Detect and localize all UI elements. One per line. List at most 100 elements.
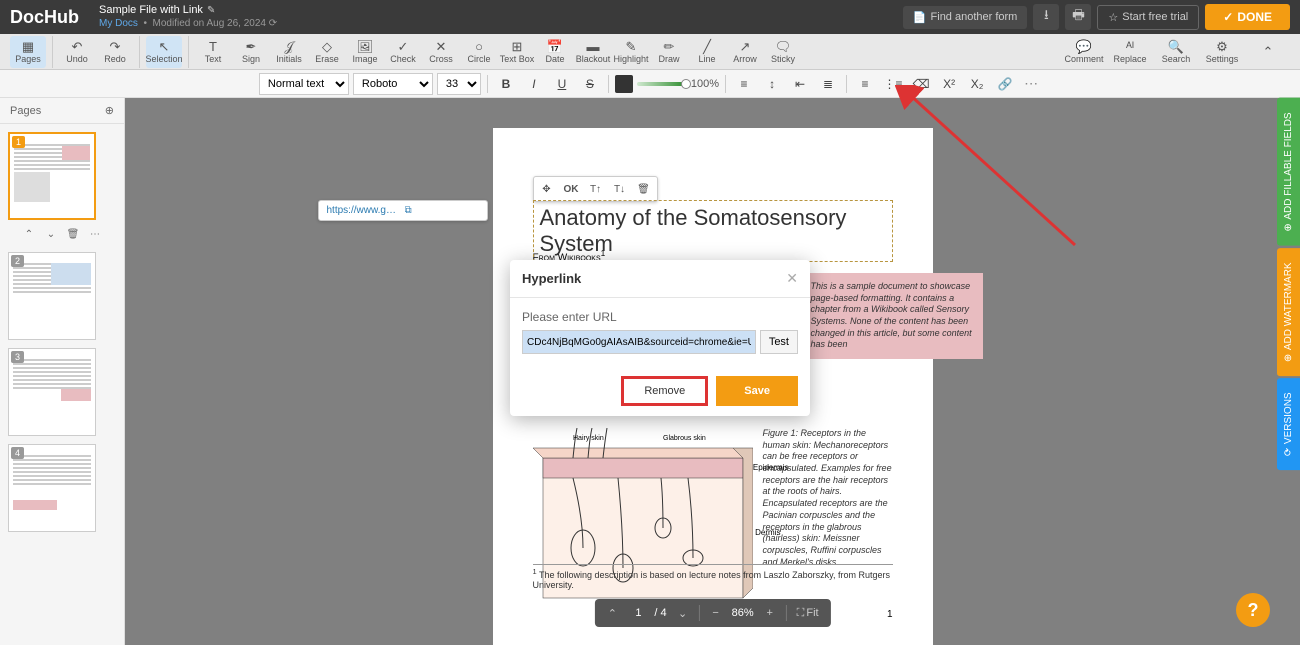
breadcrumb-link[interactable]: My Docs [99,18,138,29]
svg-text:Glabrous skin: Glabrous skin [663,435,706,442]
done-button[interactable]: ✓ DONE [1205,4,1290,30]
number-list-button[interactable]: ≡ [853,73,877,95]
thumb-up-icon[interactable]: ⌃ [20,226,38,242]
line-tool[interactable]: ╱Line [689,36,725,68]
text-size-down-icon[interactable]: T↓ [609,179,631,199]
comment-tool[interactable]: 💬Comment [1062,36,1106,68]
document-title-field[interactable]: Anatomy of the Somatosensory System [533,200,893,262]
arrow-tool[interactable]: ↗Arrow [727,36,763,68]
subscript-button[interactable]: X₂ [965,73,989,95]
current-page-input[interactable] [628,607,648,619]
check-tool[interactable]: ✓Check [385,36,421,68]
align-left-button[interactable]: ≡ [732,73,756,95]
italic-button[interactable]: I [522,73,546,95]
opacity-value: 100% [691,78,719,90]
help-button[interactable]: ? [1236,593,1270,627]
zoom-in-icon[interactable]: + [760,603,780,623]
more-format-button[interactable]: ⋯ [1021,73,1041,95]
start-trial-button[interactable]: ☆ Start free trial [1097,5,1199,30]
highlight-tool[interactable]: ✎Highlight [613,36,649,68]
find-form-button[interactable]: 📄 Find another form [903,6,1028,29]
textbox-tool[interactable]: ⊞Text Box [499,36,535,68]
sign-tool[interactable]: ✒Sign [233,36,269,68]
edit-title-icon[interactable]: ✎ [207,5,215,17]
page-thumb-2[interactable]: 2 [8,252,96,340]
history-icon[interactable]: ⟳ [269,18,277,29]
redo-tool[interactable]: ↷Redo [97,36,133,68]
hyperlink-button[interactable]: 🔗 [993,73,1017,95]
fillable-fields-tab[interactable]: ⊕ ADD FILLABLE FIELDS [1277,98,1300,246]
url-input[interactable] [522,330,756,354]
move-icon[interactable]: ✥ [536,179,558,199]
collapse-toolbar[interactable]: ⌃ [1246,36,1290,68]
sticky-tool[interactable]: 🗨Sticky [765,36,801,68]
pages-label: Pages [10,105,41,117]
page-number: 1 [887,609,893,620]
replace-tool[interactable]: ᴬᴵReplace [1108,36,1152,68]
text-size-up-icon[interactable]: T↑ [585,179,607,199]
blackout-tool[interactable]: ▬Blackout [575,36,611,68]
cross-tool[interactable]: ✕Cross [423,36,459,68]
versions-tab[interactable]: ⟳ VERSIONS [1277,378,1300,470]
bullet-list-button[interactable]: ⋮≡ [881,73,905,95]
erase-tool[interactable]: ◇Erase [309,36,345,68]
pages-tool[interactable]: ▦Pages [10,36,46,68]
close-icon[interactable]: ✕ [786,270,798,287]
thumb-down-icon[interactable]: ⌄ [42,226,60,242]
zoom-out-icon[interactable]: − [706,603,726,623]
opacity-slider[interactable] [637,82,687,86]
thumb-delete-icon[interactable]: 🗑 [64,226,82,242]
zoom-value: 86% [732,607,754,619]
check-icon: ✓ [1223,10,1233,24]
strike-button[interactable]: S [578,73,602,95]
download-button[interactable]: ⭳ [1033,4,1059,30]
bold-button[interactable]: B [494,73,518,95]
watermark-tab[interactable]: ⊕ ADD WATERMARK [1277,248,1300,376]
ok-button[interactable]: OK [560,179,583,199]
thumb-more-icon[interactable]: ⋯ [86,226,104,242]
open-link-icon[interactable]: ⧉ [405,205,479,216]
selection-tool[interactable]: ↖Selection [146,36,182,68]
delete-icon[interactable]: 🗑 [633,179,655,199]
pages-sidebar: Pages ⊕ 1 ⌃ ⌄ 🗑 ⋯ 2 [0,98,125,645]
print-button[interactable]: 🖶 [1065,4,1091,30]
clear-format-button[interactable]: ⌫ [909,73,933,95]
settings-tool[interactable]: ⚙Settings [1200,36,1244,68]
remove-button[interactable]: Remove [621,376,708,406]
undo-tool[interactable]: ↶Undo [59,36,95,68]
selection-mini-toolbar: ✥ OK T↑ T↓ 🗑 [533,176,658,202]
prev-page-icon[interactable]: ⌃ [602,603,622,623]
date-tool[interactable]: 📅Date [537,36,573,68]
superscript-button[interactable]: X² [937,73,961,95]
document-icon: 📄 [913,11,927,24]
underline-button[interactable]: U [550,73,574,95]
line-spacing-button[interactable]: ≣ [816,73,840,95]
page-thumb-3[interactable]: 3 [8,348,96,436]
next-page-icon[interactable]: ⌄ [673,603,693,623]
font-select[interactable]: Roboto [353,73,433,95]
initials-tool[interactable]: 𝒥Initials [271,36,307,68]
page-thumb-4[interactable]: 4 [8,444,96,532]
modal-title: Hyperlink [522,271,581,286]
text-color-swatch[interactable] [615,75,633,93]
fit-button[interactable]: ⛶ Fit [793,603,823,623]
page-navigator: ⌃ / 4 ⌄ − 86% + ⛶ Fit [594,599,830,627]
hyperlink-modal: Hyperlink ✕ Please enter URL Test Remove… [510,260,810,416]
text-style-select[interactable]: Normal text [259,73,349,95]
text-tool[interactable]: TText [195,36,231,68]
thumb-controls: ⌃ ⌄ 🗑 ⋯ [8,224,116,244]
image-tool[interactable]: 🖼Image [347,36,383,68]
save-button[interactable]: Save [716,376,798,406]
add-page-icon[interactable]: ⊕ [105,104,114,117]
app-header: DocHub Sample File with Link ✎ My Docs •… [0,0,1300,34]
valign-button[interactable]: ↕ [760,73,784,95]
link-preview-popup[interactable]: https://www.google.com/search... ⧉ [318,200,488,221]
page-thumb-1[interactable]: 1 [8,132,96,220]
indent-button[interactable]: ⇤ [788,73,812,95]
test-button[interactable]: Test [760,330,798,354]
draw-tool[interactable]: ✏Draw [651,36,687,68]
font-size-select[interactable]: 33 [437,73,481,95]
circle-tool[interactable]: ○Circle [461,36,497,68]
footnote: 1 The following description is based on … [533,564,893,590]
search-tool[interactable]: 🔍Search [1154,36,1198,68]
